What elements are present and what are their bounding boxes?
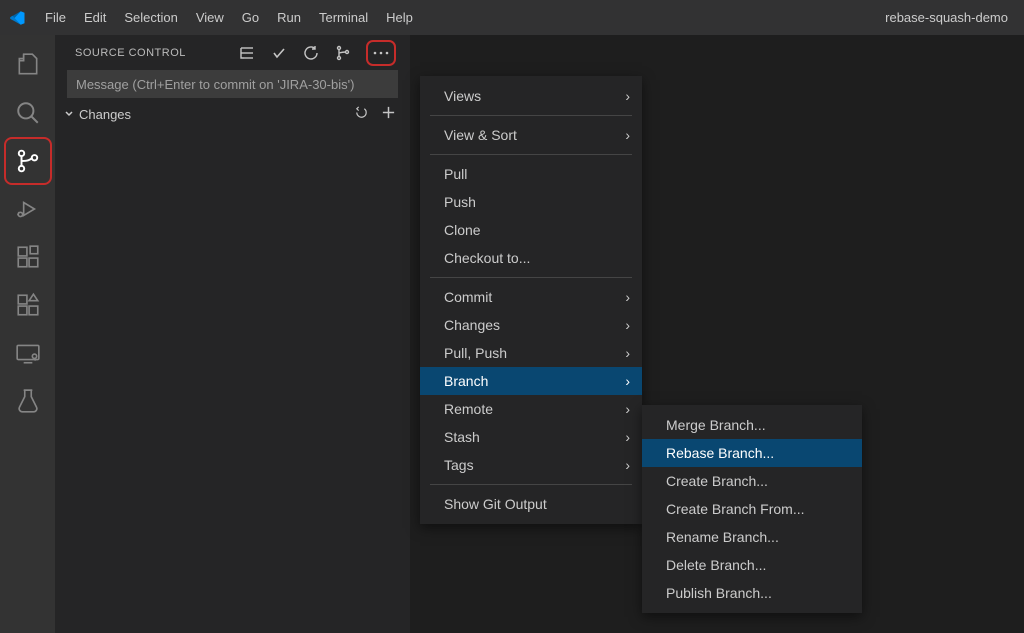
graph-icon[interactable]: [334, 44, 352, 62]
ctx-remote[interactable]: Remote›: [420, 395, 642, 423]
menu-run[interactable]: Run: [268, 5, 310, 30]
chevron-down-icon: [63, 107, 75, 122]
changes-section-header[interactable]: Changes: [55, 102, 410, 126]
activity-remote[interactable]: [4, 329, 52, 377]
activity-extensions[interactable]: [4, 233, 52, 281]
menu-help[interactable]: Help: [377, 5, 422, 30]
menu-view[interactable]: View: [187, 5, 233, 30]
ctx-create-branch[interactable]: Create Branch...: [642, 467, 862, 495]
source-control-panel: SOURCE CONTROL Message (C: [55, 35, 410, 633]
vscode-logo-icon: [8, 9, 26, 27]
ctx-merge-branch[interactable]: Merge Branch...: [642, 411, 862, 439]
ctx-git-output[interactable]: Show Git Output: [420, 490, 642, 518]
activity-explorer[interactable]: [4, 41, 52, 89]
titlebar: File Edit Selection View Go Run Terminal…: [0, 0, 1024, 35]
ctx-stash[interactable]: Stash›: [420, 423, 642, 451]
stage-all-icon[interactable]: [381, 105, 396, 123]
window-title: rebase-squash-demo: [885, 10, 1008, 25]
commit-placeholder: Message (Ctrl+Enter to commit on 'JIRA-3…: [76, 77, 354, 92]
discard-changes-icon[interactable]: [354, 105, 369, 123]
activity-source-control[interactable]: [4, 137, 52, 185]
menu-bar: File Edit Selection View Go Run Terminal…: [36, 5, 422, 30]
ctx-view-sort[interactable]: View & Sort›: [420, 121, 642, 149]
ctx-pull-push[interactable]: Pull, Push›: [420, 339, 642, 367]
ctx-changes[interactable]: Changes›: [420, 311, 642, 339]
ctx-commit[interactable]: Commit›: [420, 283, 642, 311]
changes-label: Changes: [79, 107, 354, 122]
ctx-rebase-branch[interactable]: Rebase Branch...: [642, 439, 862, 467]
menu-go[interactable]: Go: [233, 5, 268, 30]
view-as-tree-icon[interactable]: [238, 44, 256, 62]
ctx-delete-branch[interactable]: Delete Branch...: [642, 551, 862, 579]
menu-selection[interactable]: Selection: [115, 5, 186, 30]
panel-title: SOURCE CONTROL: [75, 47, 238, 59]
refresh-icon[interactable]: [302, 44, 320, 62]
activity-testing[interactable]: [4, 377, 52, 425]
commit-icon[interactable]: [270, 44, 288, 62]
ctx-tags[interactable]: Tags›: [420, 451, 642, 479]
activity-extensions-2[interactable]: [4, 281, 52, 329]
scm-context-menu: Views› View & Sort› Pull Push Clone Chec…: [420, 76, 642, 524]
ctx-branch[interactable]: Branch›: [420, 367, 642, 395]
menu-file[interactable]: File: [36, 5, 75, 30]
menu-terminal[interactable]: Terminal: [310, 5, 377, 30]
more-actions-icon[interactable]: [366, 40, 396, 66]
activity-search[interactable]: [4, 89, 52, 137]
panel-header: SOURCE CONTROL: [55, 35, 410, 70]
ctx-publish-branch[interactable]: Publish Branch...: [642, 579, 862, 607]
ctx-pull[interactable]: Pull: [420, 160, 642, 188]
ctx-views[interactable]: Views›: [420, 82, 642, 110]
activity-debug[interactable]: [4, 185, 52, 233]
ctx-checkout[interactable]: Checkout to...: [420, 244, 642, 272]
menu-edit[interactable]: Edit: [75, 5, 115, 30]
ctx-rename-branch[interactable]: Rename Branch...: [642, 523, 862, 551]
ctx-create-branch-from[interactable]: Create Branch From...: [642, 495, 862, 523]
commit-message-input[interactable]: Message (Ctrl+Enter to commit on 'JIRA-3…: [67, 70, 398, 98]
ctx-clone[interactable]: Clone: [420, 216, 642, 244]
branch-submenu: Merge Branch... Rebase Branch... Create …: [642, 405, 862, 613]
activity-bar: [0, 35, 55, 633]
ctx-push[interactable]: Push: [420, 188, 642, 216]
